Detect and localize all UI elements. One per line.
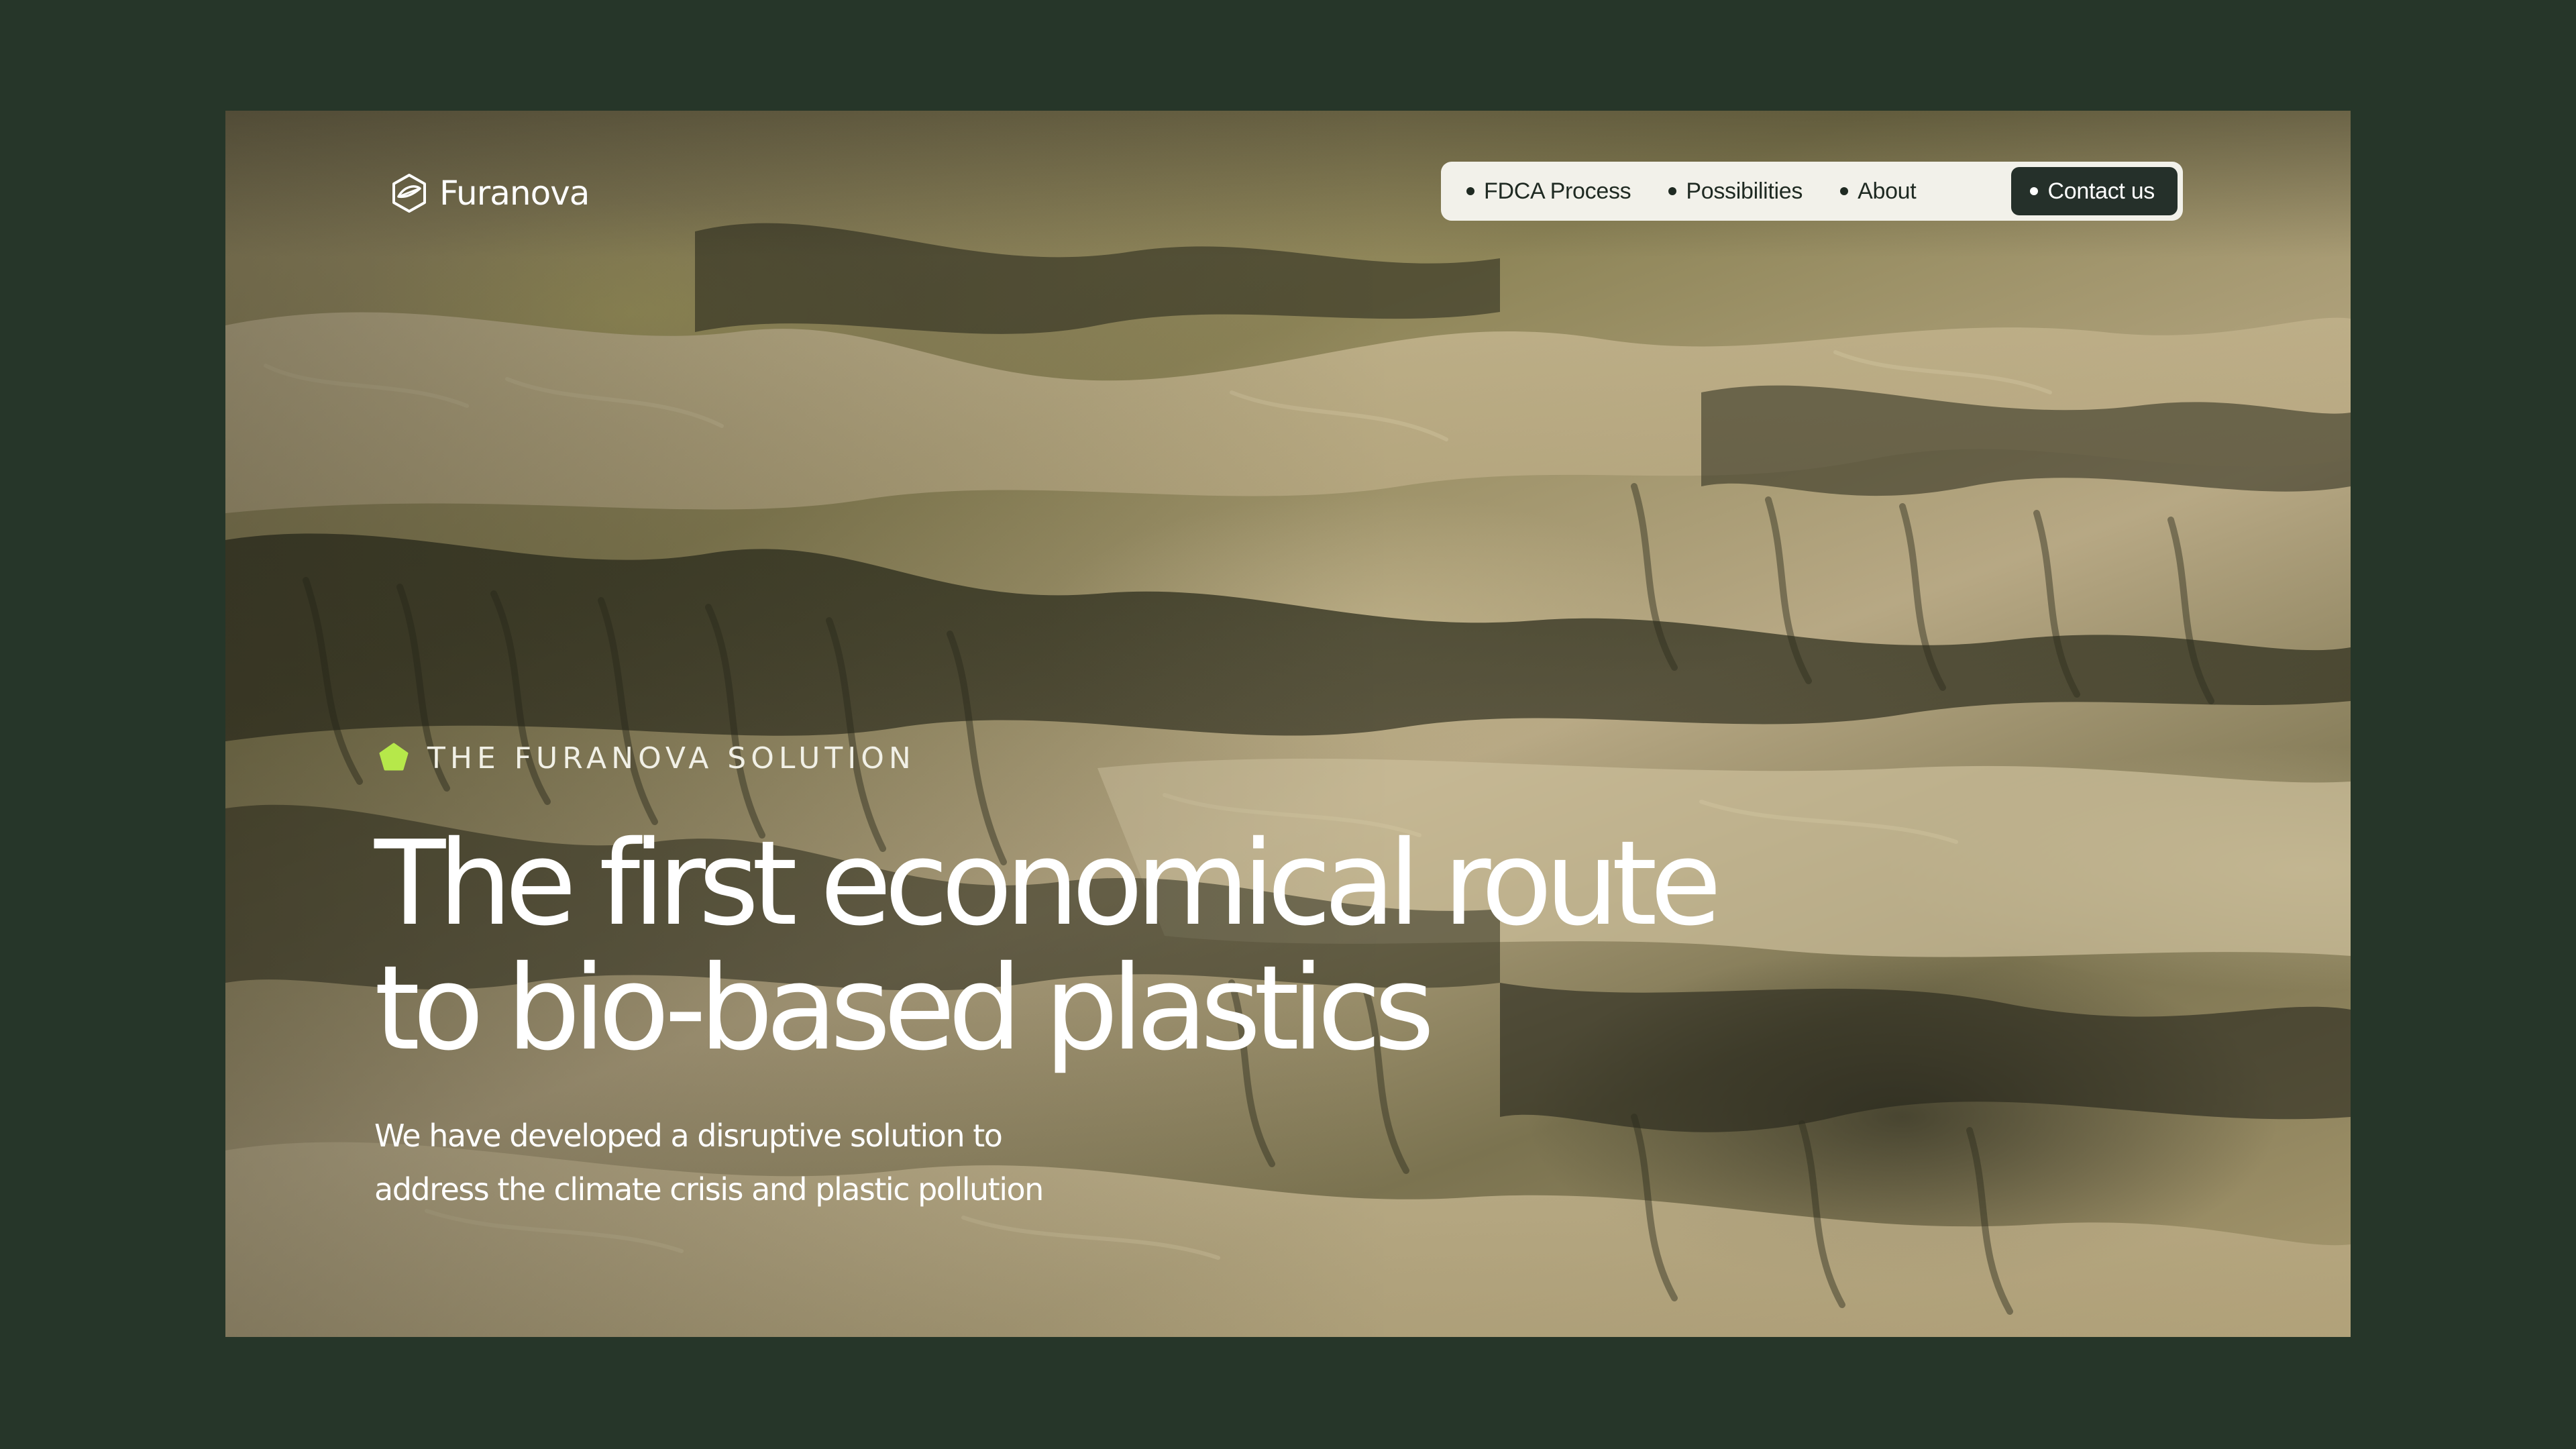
- contact-us-button[interactable]: Contact us: [2011, 167, 2178, 215]
- bullet-dot-icon: [2030, 187, 2039, 195]
- hero-headline: The first economical route to bio-based …: [374, 822, 2118, 1071]
- nav-item-label: Possibilities: [1686, 178, 1803, 204]
- nav-item-fdca-process[interactable]: FDCA Process: [1466, 178, 1631, 205]
- hexagon-leaf-icon: [388, 172, 430, 214]
- nav-item-label: About: [1858, 178, 1917, 204]
- bullet-dot-icon: [1668, 187, 1677, 195]
- nav-item-about[interactable]: About: [1840, 178, 1917, 205]
- pentagon-icon: [379, 743, 409, 774]
- hero-subtext: We have developed a disruptive solution …: [374, 1109, 1179, 1216]
- headline-line-2: to bio-based plastics: [374, 941, 1435, 1077]
- section-eyebrow: THE FURANOVA SOLUTION: [379, 741, 916, 775]
- nav-item-possibilities[interactable]: Possibilities: [1668, 178, 1803, 205]
- subtext-line-1: We have developed a disruptive solution …: [374, 1118, 1003, 1154]
- eyebrow-label: THE FURANOVA SOLUTION: [427, 741, 916, 775]
- subtext-line-2: address the climate crisis and plastic p…: [374, 1171, 1044, 1208]
- hero-section: Furanova FDCA Process Possibilities Abou…: [225, 111, 2351, 1337]
- bullet-dot-icon: [1840, 187, 1849, 195]
- brand-name: Furanova: [439, 174, 590, 213]
- contact-us-label: Contact us: [2047, 178, 2155, 204]
- headline-line-1: The first economical route: [374, 816, 1722, 952]
- main-nav: FDCA Process Possibilities About Contact…: [1441, 162, 2183, 221]
- brand-logo[interactable]: Furanova: [388, 170, 590, 217]
- bullet-dot-icon: [1466, 187, 1474, 195]
- nav-item-label: FDCA Process: [1484, 178, 1631, 204]
